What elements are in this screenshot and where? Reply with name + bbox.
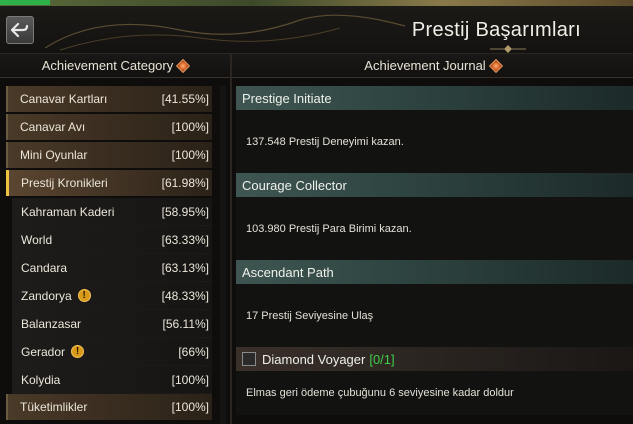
header-ornament xyxy=(44,14,406,51)
category-percent: [63.13%] xyxy=(161,260,209,275)
category-percent: [100%] xyxy=(171,148,209,162)
category-scrollbar[interactable] xyxy=(220,86,226,424)
category-percent: [100%] xyxy=(171,120,209,134)
category-label: Tüketimlikler xyxy=(8,400,172,414)
category-label: Zandorya! xyxy=(12,289,162,303)
column-divider xyxy=(230,54,232,424)
achievement-header[interactable]: Prestige Initiate xyxy=(236,86,633,110)
page-title: Prestij Başarımları xyxy=(411,19,581,41)
category-item[interactable]: Mini Oyunlar [100%] xyxy=(6,142,212,168)
achievement-description: 103.980 Prestij Para Birimi kazan. xyxy=(236,197,633,260)
category-label: Prestij Kronikleri xyxy=(9,176,162,190)
journal-header-label: Achievement Journal xyxy=(364,58,486,73)
achievement-header[interactable]: Diamond Voyager [0/1] xyxy=(236,347,633,371)
category-name: Prestij Kronikleri xyxy=(21,176,108,190)
category-name: Candara xyxy=(21,260,68,275)
category-name: Balanzasar xyxy=(21,316,82,331)
category-item[interactable]: Prestij Kronikleri [61.98%] xyxy=(6,170,212,196)
title-ornament xyxy=(490,45,526,53)
achievement-title: Ascendant Path xyxy=(242,264,334,280)
category-item[interactable]: Kolydia [100%] xyxy=(12,366,212,394)
category-label: Canavar Kartları xyxy=(8,92,162,106)
category-label: Kolydia xyxy=(12,373,172,387)
window-header: Prestij Başarımları xyxy=(0,6,633,54)
category-item[interactable]: Tüketimlikler [100%] xyxy=(6,394,212,420)
warning-icon: ! xyxy=(71,345,85,358)
category-header-label: Achievement Category xyxy=(41,58,174,73)
top-green-indicator xyxy=(0,0,50,5)
achievement-description: 137.548 Prestij Deneyimi kazan. xyxy=(236,110,633,173)
category-percent: [100%] xyxy=(171,400,209,414)
category-percent: [58.95%] xyxy=(161,204,209,219)
category-label: Gerador! xyxy=(12,345,178,359)
achievement-title: Prestige Initiate xyxy=(242,90,332,106)
journal-list: Prestige Initiate 137.548 Prestij Deneyim… xyxy=(236,86,633,415)
category-item[interactable]: World [63.33%] xyxy=(12,226,212,254)
category-name: Kolydia xyxy=(21,372,61,387)
category-label: Mini Oyunlar xyxy=(8,148,172,162)
back-arrow-icon xyxy=(11,22,29,38)
journal-column-header: Achievement Journal xyxy=(232,54,633,78)
achievement-progress: [0/1] xyxy=(369,351,395,367)
category-percent: [41.55%] xyxy=(161,92,209,106)
achievement-description: Elmas geri ödeme çubuğunu 6 seviyesine k… xyxy=(236,371,633,415)
category-name: Mini Oyunlar xyxy=(20,148,88,162)
category-item[interactable]: Candara [63.13%] xyxy=(12,254,212,282)
warning-icon: ! xyxy=(77,289,91,302)
category-item[interactable]: Canavar Kartları [41.55%] xyxy=(6,86,212,112)
category-percent: [63.33%] xyxy=(161,232,209,247)
category-item[interactable]: Kahraman Kaderi [58.95%] xyxy=(12,198,212,226)
category-list: Canavar Kartları [41.55%] Canavar Avı [100%… xyxy=(0,86,226,422)
category-percent: [66%] xyxy=(178,344,209,359)
achievement-title: Diamond Voyager xyxy=(262,351,366,367)
back-button[interactable] xyxy=(6,16,34,44)
category-label: Kahraman Kaderi xyxy=(12,205,162,219)
category-percent: [48.33%] xyxy=(161,288,209,303)
category-name: World xyxy=(21,232,53,247)
achievement-title: Courage Collector xyxy=(242,177,347,193)
category-label: Candara xyxy=(12,261,162,275)
category-label: Canavar Avı xyxy=(8,120,172,134)
category-label: World xyxy=(12,233,162,247)
category-name: Tüketimlikler xyxy=(20,400,88,414)
gem-icon xyxy=(488,58,503,73)
category-item[interactable]: Canavar Avı [100%] xyxy=(6,114,212,140)
category-label: Balanzasar xyxy=(12,317,163,331)
gem-icon xyxy=(176,58,191,73)
category-item[interactable]: Gerador! [66%] xyxy=(12,338,212,366)
achievement-header[interactable]: Ascendant Path xyxy=(236,260,633,284)
category-name: Canavar Kartları xyxy=(20,92,108,106)
category-item[interactable]: Zandorya! [48.33%] xyxy=(12,282,212,310)
category-item[interactable]: Balanzasar [56.11%] xyxy=(12,310,212,338)
achievement-description: 17 Prestij Seviyesine Ulaş xyxy=(236,284,633,347)
achievement-header[interactable]: Courage Collector xyxy=(236,173,633,197)
category-name: Kahraman Kaderi xyxy=(21,204,115,219)
category-name: Canavar Avı xyxy=(20,120,86,134)
category-name: Gerador xyxy=(21,344,66,359)
category-column-header: Achievement Category xyxy=(0,54,230,78)
category-percent: [61.98%] xyxy=(161,176,209,190)
category-percent: [100%] xyxy=(171,372,209,387)
category-percent: [56.11%] xyxy=(162,316,209,331)
achievement-checkbox[interactable] xyxy=(242,352,256,366)
category-name: Zandorya xyxy=(21,288,72,303)
